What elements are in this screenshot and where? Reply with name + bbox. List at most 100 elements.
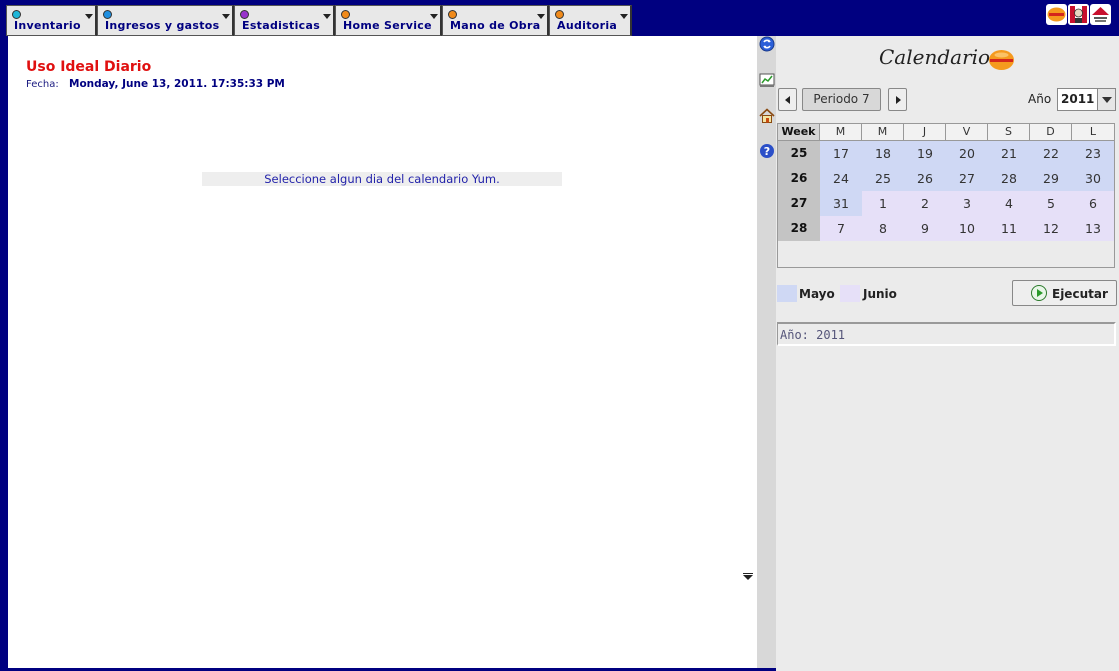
help-icon[interactable]: ? bbox=[759, 143, 775, 159]
calendar-day[interactable]: 4 bbox=[988, 191, 1030, 216]
menu-home-service[interactable]: Home Service bbox=[335, 5, 442, 36]
menu-ingresos-y-gastos[interactable]: Ingresos y gastos bbox=[97, 5, 234, 36]
calendar-day[interactable]: 31 bbox=[820, 191, 862, 216]
menu-dot-icon bbox=[448, 10, 457, 19]
scroll-down-icon[interactable] bbox=[743, 575, 753, 580]
calendar-day[interactable]: 30 bbox=[1072, 166, 1114, 191]
status-field: Año: 2011 bbox=[777, 322, 1116, 346]
calendar-day[interactable]: 13 bbox=[1072, 216, 1114, 241]
menu-label: Mano de Obra bbox=[450, 19, 541, 32]
kfc-logo bbox=[1068, 4, 1089, 25]
year-label: Año bbox=[1028, 92, 1052, 106]
calendar-day[interactable]: 17 bbox=[820, 141, 862, 166]
calendar-panel: Calendario Periodo 7 Año 2011 Week M M J… bbox=[776, 36, 1119, 671]
refresh-icon[interactable] bbox=[759, 36, 775, 52]
calendar-header-row: Week M M J V S D L bbox=[778, 124, 1114, 141]
chevron-down-icon[interactable] bbox=[537, 14, 545, 19]
calendar-day[interactable]: 5 bbox=[1030, 191, 1072, 216]
calendar-day[interactable]: 21 bbox=[988, 141, 1030, 166]
calendar-week-row: 25 17 18 19 20 21 22 23 bbox=[778, 141, 1114, 166]
chevron-down-icon[interactable] bbox=[85, 14, 93, 19]
calendar-day[interactable]: 12 bbox=[1030, 216, 1072, 241]
instruction-message: Seleccione algun dia del calendario Yum. bbox=[202, 172, 562, 186]
calendar-day[interactable]: 1 bbox=[862, 191, 904, 216]
day-header: D bbox=[1030, 124, 1072, 141]
ejecutar-button[interactable]: Ejecutar bbox=[1012, 280, 1117, 306]
fecha-label: Fecha: bbox=[26, 79, 59, 90]
status-text: Año: 2011 bbox=[780, 328, 846, 342]
svg-text:?: ? bbox=[764, 145, 770, 158]
calendar-week-row: 28 7 8 9 10 11 12 13 bbox=[778, 216, 1114, 241]
menu-inventario[interactable]: Inventario bbox=[6, 5, 97, 36]
menu-estadisticas[interactable]: Estadisticas bbox=[234, 5, 335, 36]
calendar-grid: Week M M J V S D L 25 17 18 19 20 21 22 23 26 24 2… bbox=[777, 123, 1115, 268]
menu-dot-icon bbox=[555, 10, 564, 19]
calendar-day[interactable]: 9 bbox=[904, 216, 946, 241]
calendar-day[interactable]: 7 bbox=[820, 216, 862, 241]
chart-icon[interactable] bbox=[759, 72, 775, 88]
calendar-day[interactable]: 19 bbox=[904, 141, 946, 166]
pizza-hut-logo bbox=[1090, 4, 1111, 25]
day-header: L bbox=[1072, 124, 1114, 141]
top-menu-bar: Inventario Ingresos y gastos Estadistica… bbox=[0, 0, 1119, 36]
week-number: 25 bbox=[778, 141, 820, 166]
chevron-down-icon[interactable] bbox=[430, 14, 438, 19]
menu-dot-icon bbox=[240, 10, 249, 19]
week-number: 26 bbox=[778, 166, 820, 191]
calendar-title: Calendario bbox=[879, 45, 991, 69]
year-select[interactable]: 2011 bbox=[1057, 88, 1116, 111]
legend-swatch-mayo bbox=[777, 285, 797, 302]
week-number: 27 bbox=[778, 191, 820, 216]
menu-label: Ingresos y gastos bbox=[105, 19, 220, 32]
calendar-day[interactable]: 29 bbox=[1030, 166, 1072, 191]
calendar-day[interactable]: 6 bbox=[1072, 191, 1114, 216]
calendar-day[interactable]: 8 bbox=[862, 216, 904, 241]
menu-dot-icon bbox=[341, 10, 350, 19]
prev-period-button[interactable] bbox=[778, 88, 797, 111]
calendar-day[interactable]: 28 bbox=[988, 166, 1030, 191]
calendar-day[interactable]: 27 bbox=[946, 166, 988, 191]
calendar-day[interactable]: 26 bbox=[904, 166, 946, 191]
calendar-day[interactable]: 23 bbox=[1072, 141, 1114, 166]
calendar-day[interactable]: 22 bbox=[1030, 141, 1072, 166]
chevron-down-icon[interactable] bbox=[1097, 89, 1115, 110]
day-header: M bbox=[862, 124, 904, 141]
menu-dot-icon bbox=[12, 10, 21, 19]
home-icon[interactable] bbox=[759, 108, 775, 124]
menu-auditoria[interactable]: Auditoria bbox=[549, 5, 632, 36]
report-title: Uso Ideal Diario bbox=[26, 59, 152, 75]
day-header: J bbox=[904, 124, 946, 141]
calendar-day[interactable]: 25 bbox=[862, 166, 904, 191]
legend-swatch-junio bbox=[840, 285, 860, 302]
next-period-button[interactable] bbox=[888, 88, 907, 111]
calendar-day[interactable]: 10 bbox=[946, 216, 988, 241]
day-header: V bbox=[946, 124, 988, 141]
calendar-day[interactable]: 20 bbox=[946, 141, 988, 166]
legend-label-mayo: Mayo bbox=[799, 287, 835, 301]
year-value: 2011 bbox=[1061, 92, 1095, 106]
play-icon bbox=[1031, 285, 1047, 301]
menu-label: Inventario bbox=[14, 19, 81, 32]
el-porton-logo bbox=[989, 50, 1014, 70]
report-panel: Uso Ideal Diario Fecha: Monday, June 13,… bbox=[8, 36, 757, 668]
day-header: S bbox=[988, 124, 1030, 141]
week-number: 28 bbox=[778, 216, 820, 241]
tool-icon-strip: ? bbox=[757, 36, 776, 668]
calendar-day[interactable]: 11 bbox=[988, 216, 1030, 241]
legend-label-junio: Junio bbox=[863, 287, 897, 301]
chevron-down-icon[interactable] bbox=[620, 14, 628, 19]
calendar-week-row: 27 31 1 2 3 4 5 6 bbox=[778, 191, 1114, 216]
menu-mano-de-obra[interactable]: Mano de Obra bbox=[442, 5, 549, 36]
menu-dot-icon bbox=[103, 10, 112, 19]
el-porton-logo bbox=[1046, 4, 1067, 25]
period-button[interactable]: Periodo 7 bbox=[802, 88, 881, 111]
calendar-day[interactable]: 2 bbox=[904, 191, 946, 216]
calendar-day[interactable]: 18 bbox=[862, 141, 904, 166]
ejecutar-label: Ejecutar bbox=[1052, 287, 1108, 301]
chevron-down-icon[interactable] bbox=[323, 14, 331, 19]
day-header: M bbox=[820, 124, 862, 141]
calendar-day[interactable]: 24 bbox=[820, 166, 862, 191]
chevron-down-icon[interactable] bbox=[222, 14, 230, 19]
calendar-day[interactable]: 3 bbox=[946, 191, 988, 216]
menu-label: Estadisticas bbox=[242, 19, 321, 32]
